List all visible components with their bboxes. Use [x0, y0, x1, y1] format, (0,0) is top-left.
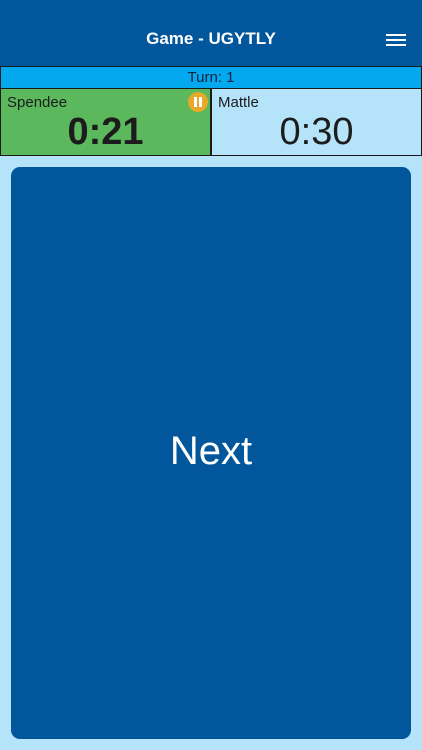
player-card-spendee[interactable]: Spendee 0:21: [0, 88, 211, 156]
player-card-mattle[interactable]: Mattle 0:30: [211, 88, 422, 156]
app-header: Game - UGYTLY: [0, 0, 422, 66]
player-timer: 0:21: [67, 111, 144, 153]
player-name: Mattle: [218, 94, 259, 111]
player-name: Spendee: [7, 94, 68, 111]
player-panel: Spendee 0:21 Mattle 0:30: [0, 88, 422, 156]
page-title: Game - UGYTLY: [146, 29, 276, 48]
player-timer: 0:30: [279, 111, 354, 153]
turn-indicator: Turn: 1: [0, 66, 422, 88]
hamburger-menu-icon[interactable]: [386, 34, 406, 48]
next-button-label: Next: [169, 429, 253, 473]
pause-icon[interactable]: [188, 92, 208, 112]
next-turn-button[interactable]: Next: [11, 167, 411, 739]
